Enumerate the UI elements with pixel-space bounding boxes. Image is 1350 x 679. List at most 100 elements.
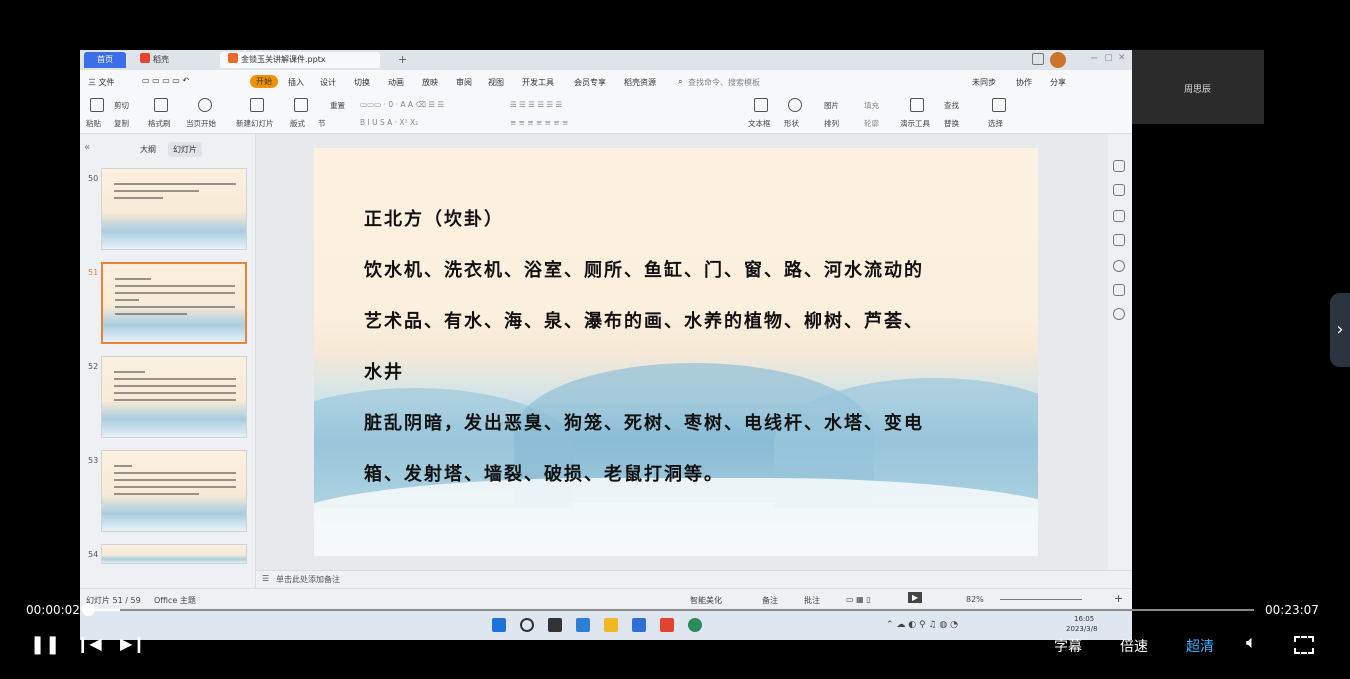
picture-label[interactable]: 图片 xyxy=(824,100,839,111)
minimize-icon[interactable]: − xyxy=(1090,53,1098,64)
slide-thumbnail[interactable] xyxy=(101,450,247,532)
present-tools-label[interactable]: 演示工具 xyxy=(900,118,930,129)
slide-thumbnail-active[interactable] xyxy=(101,262,247,344)
paste-label[interactable]: 粘贴 xyxy=(86,118,101,129)
slide-thumbnail[interactable] xyxy=(101,544,247,564)
paste-icon[interactable] xyxy=(90,98,104,112)
shape-label[interactable]: 形状 xyxy=(784,118,799,129)
menu-view[interactable]: 视图 xyxy=(488,77,504,88)
menu-insert[interactable]: 插入 xyxy=(288,77,304,88)
image-icon[interactable] xyxy=(1113,284,1125,296)
menu-transition[interactable]: 切换 xyxy=(354,77,370,88)
tab-shell[interactable]: 稻壳 xyxy=(132,52,212,68)
widgets-icon[interactable] xyxy=(576,618,590,632)
menu-animation[interactable]: 动画 xyxy=(388,77,404,88)
speed-button[interactable]: 倍速 xyxy=(1120,636,1148,656)
select-icon[interactable] xyxy=(992,98,1006,112)
menu-slideshow[interactable]: 放映 xyxy=(422,77,438,88)
fullscreen-icon[interactable] xyxy=(1294,636,1314,654)
from-current-label[interactable]: 当页开始 xyxy=(186,118,216,129)
current-slide[interactable]: 正北方（坎卦） 饮水机、洗衣机、浴室、厕所、鱼缸、门、窗、路、河水流动的 艺术品… xyxy=(314,148,1038,556)
next-icon[interactable]: ▶❙ xyxy=(120,634,146,653)
task-view-icon[interactable] xyxy=(548,618,562,632)
new-slide-label[interactable]: 新建幻灯片 xyxy=(236,118,274,129)
outline-label[interactable]: 轮廓 xyxy=(864,118,879,129)
new-tab-icon[interactable]: + xyxy=(398,53,407,66)
shape-icon[interactable] xyxy=(788,98,802,112)
replace-label[interactable]: 替换 xyxy=(944,118,959,129)
subtitle-button[interactable]: 字幕 xyxy=(1054,636,1082,656)
sync-status[interactable]: 未同步 xyxy=(972,77,996,88)
format-painter-label[interactable]: 格式刷 xyxy=(148,118,171,129)
menu-start[interactable]: 开始 xyxy=(250,75,278,88)
format-painter-icon[interactable] xyxy=(154,98,168,112)
play-from-current-icon[interactable] xyxy=(198,98,212,112)
reset-label[interactable]: 重置 xyxy=(330,100,345,111)
collab-button[interactable]: 协作 xyxy=(1016,77,1032,88)
view-mode-icons[interactable]: ▭ ▦ ▯ xyxy=(846,595,871,604)
menu-review[interactable]: 审阅 xyxy=(456,77,472,88)
progress-bar[interactable] xyxy=(84,609,1254,611)
fill-label[interactable]: 填充 xyxy=(864,100,879,111)
tab-slides[interactable]: 幻灯片 xyxy=(168,142,202,157)
comments-toggle[interactable]: 批注 xyxy=(804,595,820,606)
system-tray-icons[interactable]: ⌃ ☁ ◐ ⚲ ♫ ◍ ◔ xyxy=(886,620,958,630)
volume-icon[interactable]: 🔈︎ xyxy=(1246,632,1257,653)
menu-developer[interactable]: 开发工具 xyxy=(522,77,554,88)
tab-outline[interactable]: 大纲 xyxy=(140,144,156,155)
cut-label[interactable]: 剪切 xyxy=(114,100,129,111)
menu-design[interactable]: 设计 xyxy=(320,77,336,88)
previous-icon[interactable]: ❙◀ xyxy=(76,634,102,653)
find-label[interactable]: 查找 xyxy=(944,100,959,111)
target-icon[interactable] xyxy=(1113,308,1125,320)
section-label[interactable]: 节 xyxy=(318,118,326,129)
zoom-level[interactable]: 82% xyxy=(966,595,984,604)
maximize-icon[interactable]: ▢ xyxy=(1104,53,1113,63)
new-slide-icon[interactable] xyxy=(250,98,264,112)
layout-label[interactable]: 版式 xyxy=(290,118,305,129)
close-icon[interactable]: ✕ xyxy=(1118,53,1126,63)
app-icon[interactable] xyxy=(688,618,702,632)
progress-knob[interactable] xyxy=(82,603,95,616)
menu-member[interactable]: 会员专享 xyxy=(574,77,606,88)
quality-button[interactable]: 超清 xyxy=(1186,636,1214,656)
textbox-label[interactable]: 文本框 xyxy=(748,118,771,129)
tab-document[interactable]: 金锁玉关讲解课件.pptx xyxy=(220,52,380,68)
play-slideshow-icon[interactable]: ▶ xyxy=(908,592,923,603)
menu-docer[interactable]: 稻壳资源 xyxy=(624,77,656,88)
command-search[interactable]: 查找命令、搜索模板 xyxy=(688,77,760,88)
side-expand-button[interactable]: › xyxy=(1330,293,1350,367)
slide-thumbnail[interactable] xyxy=(101,356,247,438)
adjust-icon[interactable] xyxy=(1113,184,1125,196)
notes-toggle[interactable]: 备注 xyxy=(762,595,778,606)
select-label[interactable]: 选择 xyxy=(988,118,1003,129)
arrange-label[interactable]: 排列 xyxy=(824,118,839,129)
textbox-icon[interactable] xyxy=(754,98,768,112)
help-icon[interactable] xyxy=(1113,260,1125,272)
zoom-slider[interactable] xyxy=(1000,599,1082,600)
copy-icon[interactable] xyxy=(1113,234,1125,246)
zoom-in-icon[interactable]: + xyxy=(1114,592,1123,605)
notes-placeholder[interactable]: 单击此处添加备注 xyxy=(276,574,340,585)
layout-icon[interactable] xyxy=(294,98,308,112)
pause-icon[interactable]: ❚❚ xyxy=(30,634,60,655)
settings-icon[interactable] xyxy=(1113,160,1125,172)
share-button[interactable]: 分享 xyxy=(1050,77,1066,88)
notes-icon: ☰ xyxy=(262,574,270,583)
present-tools-icon[interactable] xyxy=(910,98,924,112)
wps-icon[interactable] xyxy=(660,618,674,632)
smart-beautify[interactable]: 智能美化 xyxy=(690,595,722,606)
file-explorer-icon[interactable] xyxy=(604,618,618,632)
taskbar-search-icon[interactable] xyxy=(520,618,534,632)
tab-home[interactable]: 首页 xyxy=(84,52,126,68)
slide-thumbnail[interactable] xyxy=(101,168,247,250)
avatar[interactable] xyxy=(1050,52,1066,68)
window-layout-icon[interactable] xyxy=(1032,53,1044,65)
collapse-pane-icon[interactable]: « xyxy=(84,142,90,153)
copy-label[interactable]: 复制 xyxy=(114,118,129,129)
menu-file[interactable]: 三 文件 xyxy=(88,77,115,88)
windows-start-icon[interactable] xyxy=(492,618,506,632)
animation-icon[interactable] xyxy=(1113,210,1125,222)
notes-bar[interactable]: ☰ 单击此处添加备注 xyxy=(256,570,1132,588)
store-icon[interactable] xyxy=(632,618,646,632)
